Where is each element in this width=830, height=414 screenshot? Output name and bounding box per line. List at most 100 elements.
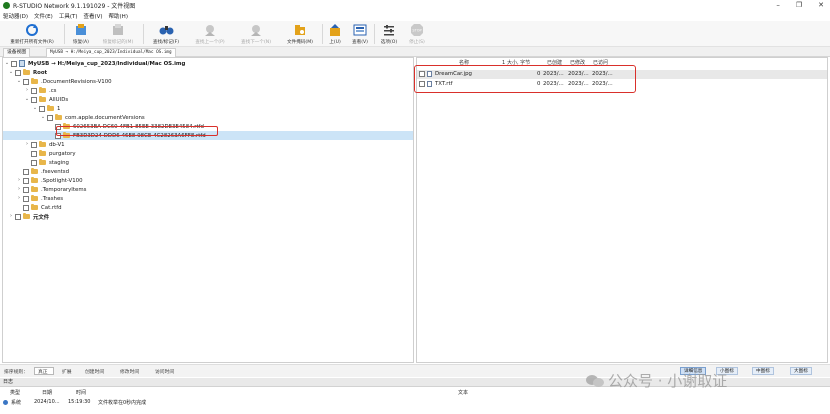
sort-real[interactable]: 真正	[38, 368, 48, 375]
chevron-right-icon[interactable]: ›	[24, 140, 30, 149]
tree-item-trashes[interactable]: › .Trashes	[3, 194, 413, 203]
tree-item-temporaryitems[interactable]: › .TemporaryItems	[3, 185, 413, 194]
file-mask-button[interactable]: 文件掩码(M)	[280, 21, 320, 47]
tree-item-cat-rtfd[interactable]: Cat.rtfd	[3, 203, 413, 212]
tab-file-view[interactable]: MyUSB → H:/Meiya_cup_2023/Individual/Mac…	[46, 48, 176, 57]
tree-checkbox[interactable]	[23, 186, 29, 193]
view-icon	[353, 23, 368, 37]
svg-text:STOP: STOP	[412, 29, 421, 33]
tree-item-purgatory[interactable]: purgatory	[3, 149, 413, 158]
find-next-button[interactable]: 查找下一个(N)	[234, 21, 278, 47]
tree-checkbox[interactable]	[39, 105, 45, 112]
find-next-icon	[249, 23, 264, 37]
menu-view[interactable]: 查看(V)	[83, 12, 102, 20]
chevron-right-icon[interactable]: ›	[8, 212, 14, 221]
log-row[interactable]: 系统 2024/10... 15:19:30 文件枚举在0秒内完成	[0, 398, 830, 408]
tree-checkbox[interactable]	[23, 195, 29, 202]
menu-drive[interactable]: 驱动器(D)	[3, 12, 28, 20]
folder-icon	[31, 195, 38, 201]
tree-item-metafiles[interactable]: › 元文件	[3, 212, 413, 221]
toolbar-separator	[143, 24, 144, 44]
window-title: R-STUDIO Network 9.1.191029 - 文件视图	[13, 3, 136, 10]
tree-checkbox[interactable]	[23, 177, 29, 184]
chevron-down-icon[interactable]: ⌄	[24, 95, 30, 104]
window-controls: – ❐ ✕	[776, 0, 824, 11]
view-button[interactable]: 查看(V)	[349, 21, 371, 47]
sort-label: 排序规则：	[4, 370, 28, 375]
tree-checkbox[interactable]	[31, 141, 37, 148]
minimize-button[interactable]: –	[776, 0, 780, 11]
log-column-type[interactable]: 类型	[10, 389, 20, 396]
stop-button[interactable]: STOP 停止(S)	[405, 21, 429, 47]
menu-tools[interactable]: 工具(T)	[59, 12, 78, 20]
folder-icon	[39, 159, 46, 165]
tree-item-spotlight[interactable]: › .Spotlight-V100	[3, 176, 413, 185]
recover-marked-icon	[111, 23, 126, 37]
chevron-right-icon[interactable]: ›	[16, 176, 22, 185]
sort-extension[interactable]: 扩展	[62, 368, 72, 375]
chevron-down-icon[interactable]: ⌄	[4, 59, 10, 68]
recover-marked-button[interactable]: 恢复标记的(M)	[97, 21, 139, 47]
recover-icon	[74, 23, 89, 37]
log-column-date[interactable]: 日期	[42, 389, 52, 396]
tree-checkbox[interactable]	[23, 78, 29, 85]
folder-icon	[31, 78, 38, 84]
options-icon	[382, 23, 397, 37]
menu-file[interactable]: 文件(E)	[34, 12, 53, 20]
chevron-right-icon[interactable]: ›	[16, 194, 22, 203]
chevron-right-icon[interactable]: ›	[24, 86, 30, 95]
chevron-right-icon[interactable]: ›	[16, 185, 22, 194]
folder-icon	[47, 105, 54, 111]
tab-device-view[interactable]: 设备视图	[3, 48, 31, 57]
sort-accessed[interactable]: 访问时间	[155, 368, 174, 375]
tree-item-db-v1[interactable]: › db-V1	[3, 140, 413, 149]
find-previous-button[interactable]: 查找上一个(P)	[188, 21, 232, 47]
tree-checkbox[interactable]	[15, 69, 21, 76]
tree-checkbox[interactable]	[31, 96, 37, 103]
view-medium-icons-button[interactable]: 中图标	[752, 367, 774, 375]
tree-checkbox[interactable]	[23, 204, 29, 211]
log-column-time[interactable]: 时间	[76, 389, 86, 396]
folder-icon	[23, 213, 30, 219]
tree-checkbox[interactable]	[31, 150, 37, 157]
maximize-button[interactable]: ❐	[796, 0, 802, 11]
sort-modified[interactable]: 修改时间	[120, 368, 139, 375]
menu-bar: 驱动器(D) 文件(E) 工具(T) 查看(V) 帮助(H)	[0, 11, 830, 21]
tree-item-cs[interactable]: › .cs	[3, 86, 413, 95]
tree-item-fseventsd[interactable]: .fseventsd	[3, 167, 413, 176]
folder-icon	[23, 69, 30, 75]
tree-checkbox[interactable]	[47, 114, 53, 121]
tree-checkbox[interactable]	[31, 159, 37, 166]
tree-checkbox[interactable]	[15, 213, 21, 220]
chevron-down-icon[interactable]: ⌄	[40, 113, 46, 122]
menu-help[interactable]: 帮助(H)	[109, 12, 128, 20]
tree-item-documentversions[interactable]: ⌄ com.apple.documentVersions	[3, 113, 413, 122]
tree-checkbox[interactable]	[11, 60, 17, 67]
log-column-text[interactable]: 文本	[458, 389, 468, 396]
reopen-all-button[interactable]: 重新打开所有文件(R)	[4, 21, 60, 47]
tree-checkbox[interactable]	[31, 87, 37, 94]
folder-icon	[39, 87, 46, 93]
recover-button[interactable]: 恢复(A)	[66, 21, 96, 47]
tree-item-staging[interactable]: staging	[3, 158, 413, 167]
tree-item-alluids[interactable]: ⌄ AllUIDs	[3, 95, 413, 104]
folder-icon	[39, 150, 46, 156]
close-button[interactable]: ✕	[818, 0, 824, 11]
options-button[interactable]: 选项(O)	[377, 21, 401, 47]
chevron-down-icon[interactable]: ⌄	[16, 77, 22, 86]
tab-bar: 设备视图 MyUSB → H:/Meiya_cup_2023/Individua…	[0, 47, 830, 57]
tree-item-documentrevisions[interactable]: ⌄ .DocumentRevisions-V100	[3, 77, 413, 86]
find-mark-button[interactable]: 查找/标记(F)	[146, 21, 186, 47]
view-large-icons-button[interactable]: 大图标	[790, 367, 812, 375]
up-button[interactable]: 上(U)	[325, 21, 345, 47]
sort-created[interactable]: 创建时间	[85, 368, 104, 375]
chevron-down-icon[interactable]: ⌄	[32, 104, 38, 113]
folder-icon	[31, 186, 38, 192]
tree-checkbox[interactable]	[23, 168, 29, 175]
tree-item-myusb[interactable]: ⌄ MyUSB → H:/Meiya_cup_2023/Individual/M…	[3, 59, 413, 68]
toolbar-separator	[322, 24, 323, 44]
chevron-down-icon[interactable]: ⌄	[8, 68, 14, 77]
tree-item-1[interactable]: ⌄ 1	[3, 104, 413, 113]
folder-icon	[31, 204, 38, 210]
tree-item-root[interactable]: ⌄ Root	[3, 68, 413, 77]
